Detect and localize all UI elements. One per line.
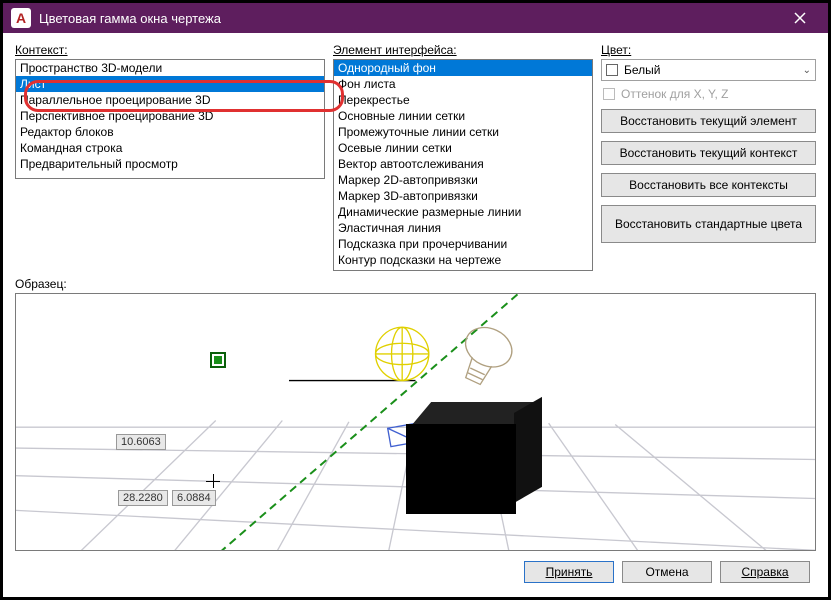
context-label: Контекст:: [15, 43, 325, 57]
tint-checkbox-row: Оттенок для X, Y, Z: [601, 87, 816, 101]
context-item[interactable]: Лист: [16, 76, 324, 92]
tint-label: Оттенок для X, Y, Z: [621, 87, 729, 101]
color-swatch: [606, 64, 618, 76]
preview-crosshair: [206, 474, 220, 488]
window-title: Цветовая гамма окна чертежа: [39, 11, 780, 26]
element-item[interactable]: Контур подсказки на чертеже: [334, 252, 592, 268]
element-item[interactable]: Промежуточные линии сетки: [334, 124, 592, 140]
element-item[interactable]: Фон листа: [334, 76, 592, 92]
preview-cube-side: [514, 397, 542, 503]
context-item[interactable]: Командная строка: [16, 140, 324, 156]
app-icon: A: [11, 8, 31, 28]
sample-label: Образец:: [15, 277, 816, 291]
element-listbox[interactable]: Однородный фонФон листаПерекрестьеОсновн…: [333, 59, 593, 271]
context-item[interactable]: Редактор блоков: [16, 124, 324, 140]
preview-cube: [406, 424, 516, 514]
preview-coord-1: 10.6063: [116, 434, 166, 450]
color-value: Белый: [624, 63, 660, 77]
titlebar: A Цветовая гамма окна чертежа: [3, 3, 828, 33]
element-item[interactable]: Перекрестье: [334, 92, 592, 108]
element-item[interactable]: Динамические размерные линии: [334, 204, 592, 220]
element-item[interactable]: Фон подсказки: [334, 268, 592, 271]
ok-button[interactable]: Принять: [524, 561, 614, 583]
context-item[interactable]: Пространство 3D-модели: [16, 60, 324, 76]
element-item[interactable]: Вектор автоотслеживания: [334, 156, 592, 172]
chevron-down-icon: ⌄: [803, 65, 811, 76]
preview-coord-3: 6.0884: [172, 490, 216, 506]
element-item[interactable]: Подсказка при прочерчивании: [334, 236, 592, 252]
element-item[interactable]: Основные линии сетки: [334, 108, 592, 124]
preview-green-marker: [210, 352, 226, 368]
restore-all-button[interactable]: Восстановить все контексты: [601, 173, 816, 197]
element-item[interactable]: Маркер 3D-автопривязки: [334, 188, 592, 204]
element-item[interactable]: Осевые линии сетки: [334, 140, 592, 156]
color-dropdown[interactable]: Белый ⌄: [601, 59, 816, 81]
restore-element-button[interactable]: Восстановить текущий элемент: [601, 109, 816, 133]
help-button[interactable]: Справка: [720, 561, 810, 583]
element-label: Элемент интерфейса:: [333, 43, 593, 57]
context-item[interactable]: Перспективное проецирование 3D: [16, 108, 324, 124]
tint-checkbox: [603, 88, 615, 100]
restore-context-button[interactable]: Восстановить текущий контекст: [601, 141, 816, 165]
element-item[interactable]: Маркер 2D-автопривязки: [334, 172, 592, 188]
preview-pane: 10.6063 28.2280 6.0884: [15, 293, 816, 551]
context-listbox[interactable]: Пространство 3D-моделиЛистПараллельное п…: [15, 59, 325, 179]
restore-standard-button[interactable]: Восстановить стандартные цвета: [601, 205, 816, 243]
element-item[interactable]: Однородный фон: [334, 60, 592, 76]
cancel-button[interactable]: Отмена: [622, 561, 712, 583]
close-button[interactable]: [780, 3, 820, 33]
context-item[interactable]: Параллельное проецирование 3D: [16, 92, 324, 108]
color-label: Цвет:: [601, 43, 816, 57]
context-item[interactable]: Предварительный просмотр: [16, 156, 324, 172]
element-item[interactable]: Эластичная линия: [334, 220, 592, 236]
preview-coord-2: 28.2280: [118, 490, 168, 506]
close-icon: [794, 12, 806, 24]
